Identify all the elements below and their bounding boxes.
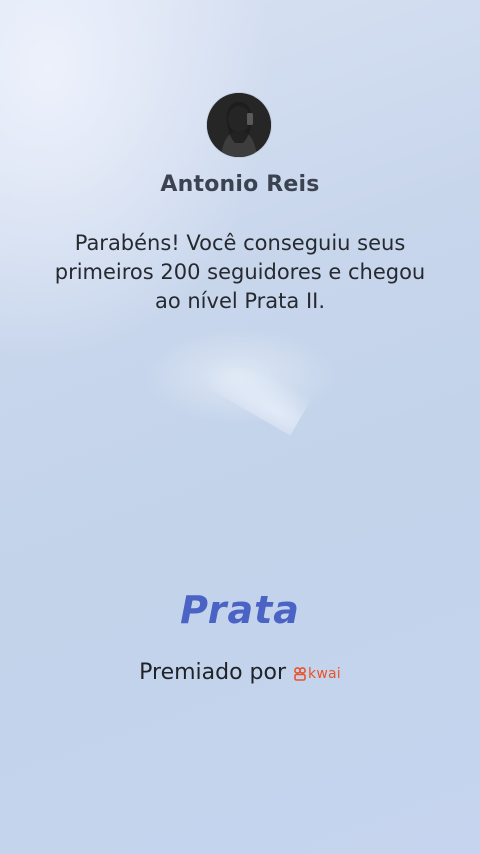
- kwai-brand-text: kwai: [308, 665, 341, 682]
- achievement-screen: Antonio Reis Parabéns! Você conseguiu se…: [0, 0, 480, 854]
- user-name: Antonio Reis: [160, 172, 320, 197]
- kwai-logo[interactable]: kwai: [294, 666, 341, 682]
- congratulations-message: Parabéns! Você conseguiu seus primeiros …: [54, 231, 426, 313]
- avatar[interactable]: [207, 93, 271, 157]
- avatar-photo-icon: [207, 93, 271, 157]
- awarded-by-label: Premiado por: [139, 660, 287, 685]
- awarded-by-row: Premiado por kwai: [0, 660, 480, 685]
- kwai-logo-icon: [294, 666, 306, 681]
- level-title: Prata: [180, 588, 300, 632]
